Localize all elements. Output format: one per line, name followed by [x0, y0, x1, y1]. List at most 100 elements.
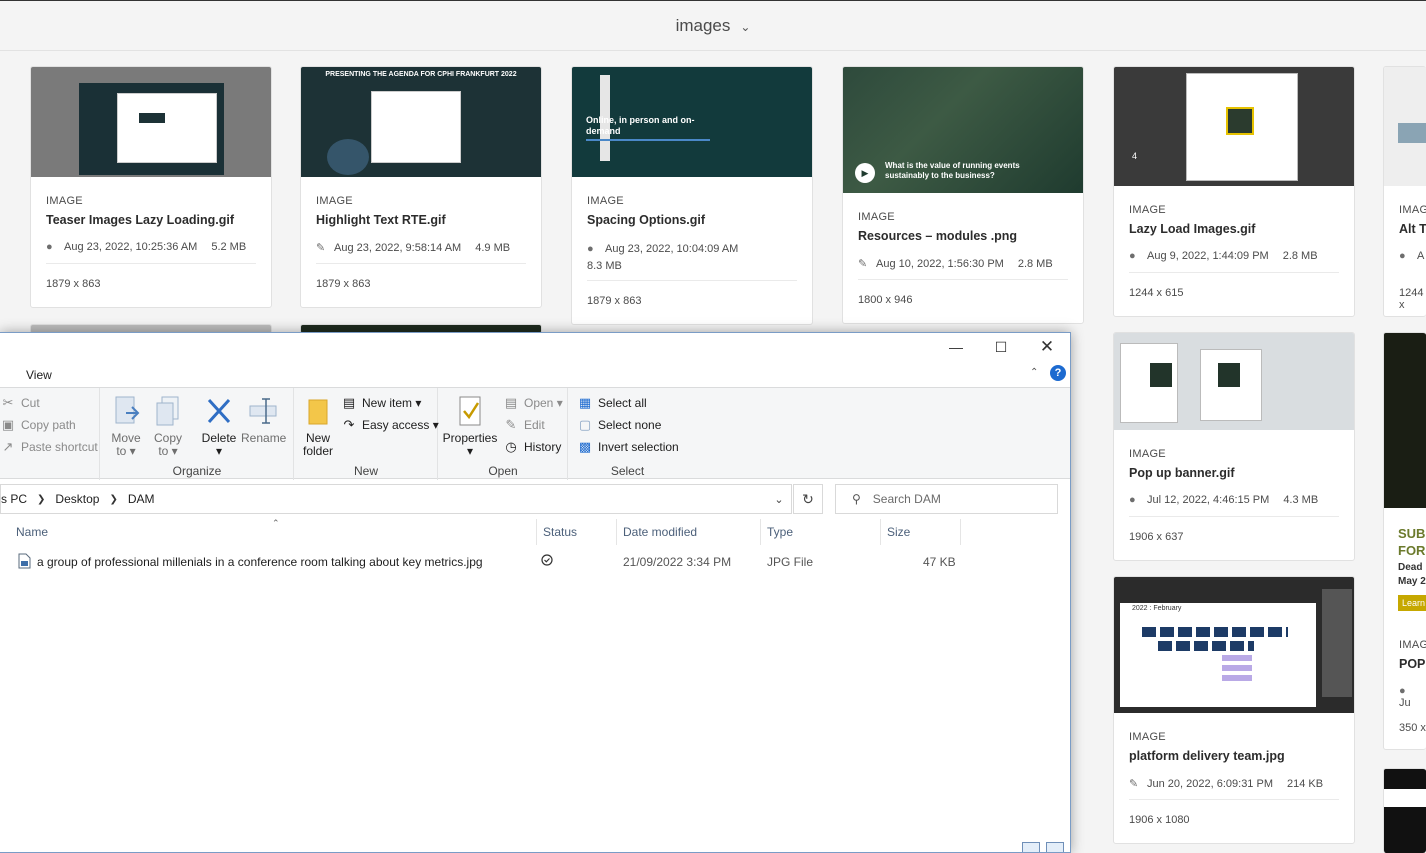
asset-card[interactable] [1383, 768, 1426, 853]
file-name: a group of professional millenials in a … [37, 555, 483, 569]
new-folder-button[interactable]: New folder [299, 394, 337, 458]
new-item-icon: ▤ [342, 395, 356, 410]
asset-type: IMAG [1399, 639, 1426, 651]
column-header-date-modified[interactable]: Date modified [617, 519, 761, 545]
search-input[interactable]: ⚲ Search DAM [835, 484, 1058, 514]
delete-button[interactable]: Delete ▾ [199, 394, 239, 458]
breadcrumb-dam[interactable]: DAM [128, 492, 155, 506]
folder-icon [302, 394, 334, 428]
new-item-button[interactable]: ▤ New item ▾ [341, 395, 422, 411]
asset-thumbnail [31, 67, 271, 177]
asset-type: IMAG [1399, 204, 1426, 216]
asset-card[interactable]: IMAGE Pop up banner.gif ● Jul 12, 2022, 4… [1113, 332, 1355, 561]
copy-to-button[interactable]: Copy to ▾ [151, 394, 185, 458]
details-view-icon[interactable] [1022, 842, 1040, 852]
file-type: JPG File [767, 555, 814, 569]
folder-title-dropdown[interactable]: images ⌄ [676, 16, 751, 36]
divider [46, 263, 256, 264]
minimize-button[interactable]: — [933, 333, 979, 361]
select-none-button[interactable]: ▢ Select none [577, 417, 662, 433]
asset-thumbnail: ▶ What is the value of running events su… [843, 67, 1083, 193]
invert-selection-button[interactable]: ▩ Invert selection [577, 439, 679, 455]
asset-type: IMAGE [858, 211, 895, 223]
move-to-button[interactable]: Move to ▾ [109, 394, 143, 458]
breadcrumb-desktop[interactable]: Desktop [55, 492, 99, 506]
column-header-size[interactable]: Size [881, 519, 961, 545]
asset-card[interactable]: Online, in person and on-demand IMAGE Sp… [571, 66, 813, 325]
asset-dimensions: 350 x [1399, 722, 1426, 734]
asset-meta: ✎ Aug 23, 2022, 9:58:14 AM 4.9 MB [316, 242, 511, 254]
column-header-status[interactable]: Status [537, 519, 617, 545]
asset-card[interactable]: IMAG Alt Te ●A 1244 x [1383, 66, 1426, 317]
collapse-ribbon-icon[interactable]: ⌃ [1030, 367, 1038, 378]
breadcrumb-this-pc[interactable]: s PC [1, 492, 27, 506]
copy-path-icon: ▣ [1, 417, 15, 432]
file-date-modified: 21/09/2022 3:34 PM [623, 555, 732, 569]
properties-icon [454, 394, 486, 428]
asset-name: Lazy Load Images.gif [1129, 222, 1256, 236]
asset-name: POP [1399, 657, 1426, 671]
close-button[interactable]: ✕ [1024, 333, 1070, 361]
refresh-button[interactable]: ↻ [793, 484, 823, 514]
asset-meta: ● Aug 9, 2022, 1:44:09 PM 2.8 MB [1129, 250, 1318, 262]
asset-type: IMAGE [1129, 204, 1166, 216]
asset-type: IMAGE [587, 195, 624, 207]
asset-card[interactable]: PRESENTING THE AGENDA FOR CPHI FRANKFURT… [300, 66, 542, 308]
select-all-button[interactable]: ▦ Select all [577, 395, 647, 411]
ribbon-group-clipboard: ✂ Cut ▣ Copy path ↗ Paste shortcut [0, 388, 100, 480]
easy-access-icon: ↷ [343, 417, 355, 432]
asset-thumbnail [1384, 769, 1426, 853]
rename-icon [247, 394, 279, 428]
cut-button[interactable]: ✂ Cut [0, 395, 40, 411]
ribbon: ✂ Cut ▣ Copy path ↗ Paste shortcut Move to ▾… [0, 387, 1070, 480]
paste-shortcut-icon: ↗ [2, 439, 14, 454]
column-header-name[interactable]: Name [10, 519, 537, 545]
asset-dimensions: 1879 x 863 [46, 278, 101, 290]
asset-card[interactable]: 2022 : February IMAGE platform delivery … [1113, 576, 1355, 844]
easy-access-button[interactable]: ↷ Easy access ▾ [341, 417, 439, 433]
tab-view[interactable]: View [26, 368, 52, 382]
properties-button[interactable]: Properties ▾ [441, 394, 499, 458]
address-bar[interactable]: s PC ❯ Desktop ❯ DAM [0, 484, 792, 514]
asset-dimensions: 1879 x 863 [587, 295, 642, 307]
move-to-icon [110, 394, 142, 428]
help-icon[interactable]: ? [1050, 365, 1066, 381]
asset-meta: ● Aug 23, 2022, 10:04:09 AM 8.3 MB [587, 243, 739, 272]
divider [1129, 516, 1339, 517]
copy-path-button[interactable]: ▣ Copy path [0, 417, 76, 433]
asset-dimensions: 1244 x 615 [1129, 287, 1184, 299]
file-row[interactable]: a group of professional millenials in a … [0, 551, 1069, 575]
title-bar: — ☐ ✕ [0, 333, 1070, 361]
address-history-dropdown[interactable]: ⌄ [766, 484, 792, 514]
asset-card[interactable]: SUB FOR Dead May 2 Learn IMAG POP ●Ju 350 … [1383, 332, 1426, 750]
paste-shortcut-button[interactable]: ↗ Paste shortcut [0, 439, 98, 455]
search-icon: ⚲ [852, 492, 861, 506]
asset-card[interactable]: 4 IMAGE Lazy Load Images.gif ● Aug 9, 202… [1113, 66, 1355, 317]
tiles-view-icon[interactable] [1046, 842, 1064, 852]
history-button[interactable]: ◷ History [503, 439, 561, 455]
ribbon-group-open: Properties ▾ ▤ Open ▾ ✎ Edit ◷ History Open [439, 388, 568, 480]
file-size: 47 KB [923, 555, 956, 569]
asset-thumbnail: SUB FOR Dead May 2 Learn [1384, 333, 1426, 619]
ribbon-group-new: New folder ▤ New item ▾ ↷ Easy access ▾ New [295, 388, 439, 480]
open-button[interactable]: ▤ Open ▾ [503, 395, 563, 411]
view-mode-toggle [1022, 842, 1064, 852]
pencil-icon: ✎ [316, 242, 326, 254]
asset-dimensions: 1879 x 863 [316, 278, 371, 290]
asset-thumbnail: Online, in person and on-demand [572, 67, 812, 177]
asset-type: IMAGE [316, 195, 353, 207]
open-icon: ▤ [504, 395, 518, 410]
globe-icon: ● [1129, 250, 1136, 262]
maximize-button[interactable]: ☐ [978, 333, 1024, 361]
asset-thumbnail: PRESENTING THE AGENDA FOR CPHI FRANKFURT… [301, 67, 541, 177]
divider [316, 263, 526, 264]
rename-button[interactable]: Rename [241, 394, 286, 445]
column-header-type[interactable]: Type [761, 519, 881, 545]
edit-button[interactable]: ✎ Edit [503, 417, 545, 433]
asset-dimensions: 1906 x 1080 [1129, 814, 1190, 826]
asset-card[interactable]: IMAGE Teaser Images Lazy Loading.gif ● Au… [30, 66, 272, 308]
divider [858, 279, 1068, 280]
folder-title: images [675, 15, 731, 35]
asset-card[interactable]: ▶ What is the value of running events su… [842, 66, 1084, 324]
asset-type: IMAGE [1129, 731, 1166, 743]
